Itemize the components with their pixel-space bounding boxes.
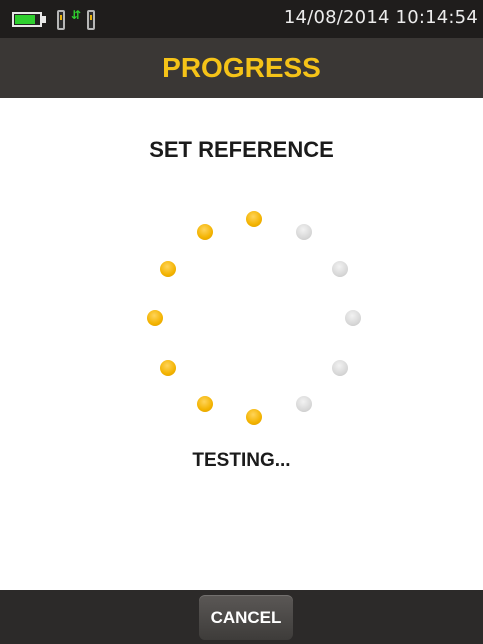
datetime: 14/08/2014 10:14:54 — [283, 7, 478, 28]
battery-tip — [42, 16, 46, 23]
spinner-dot — [295, 395, 312, 412]
spinner-dot — [246, 409, 262, 425]
title-bar: PROGRESS — [0, 38, 483, 98]
module-icon — [57, 10, 65, 30]
status-text: TESTING... — [192, 450, 291, 471]
module-icon — [87, 10, 95, 30]
spinner-dot — [331, 359, 348, 376]
spinner-dot — [196, 224, 213, 241]
spinner-dot — [160, 359, 177, 376]
spinner-dot — [295, 224, 312, 241]
spinner-dot — [196, 395, 213, 412]
battery-level-fill — [15, 15, 35, 24]
page-title: PROGRESS — [162, 52, 321, 83]
battery-icon — [12, 12, 42, 27]
spinner-dot — [331, 260, 348, 277]
spinner-dot — [246, 211, 262, 227]
test-heading: SET REFERENCE — [149, 137, 334, 162]
spinner-dot — [160, 260, 177, 277]
cancel-button[interactable]: CANCEL — [199, 595, 293, 640]
status-bar: ⇵ 14/08/2014 10:14:54 — [0, 0, 483, 38]
spinner-dot — [345, 310, 361, 326]
spinner-dot — [147, 310, 163, 326]
link-arrows-icon: ⇵ — [70, 8, 82, 22]
